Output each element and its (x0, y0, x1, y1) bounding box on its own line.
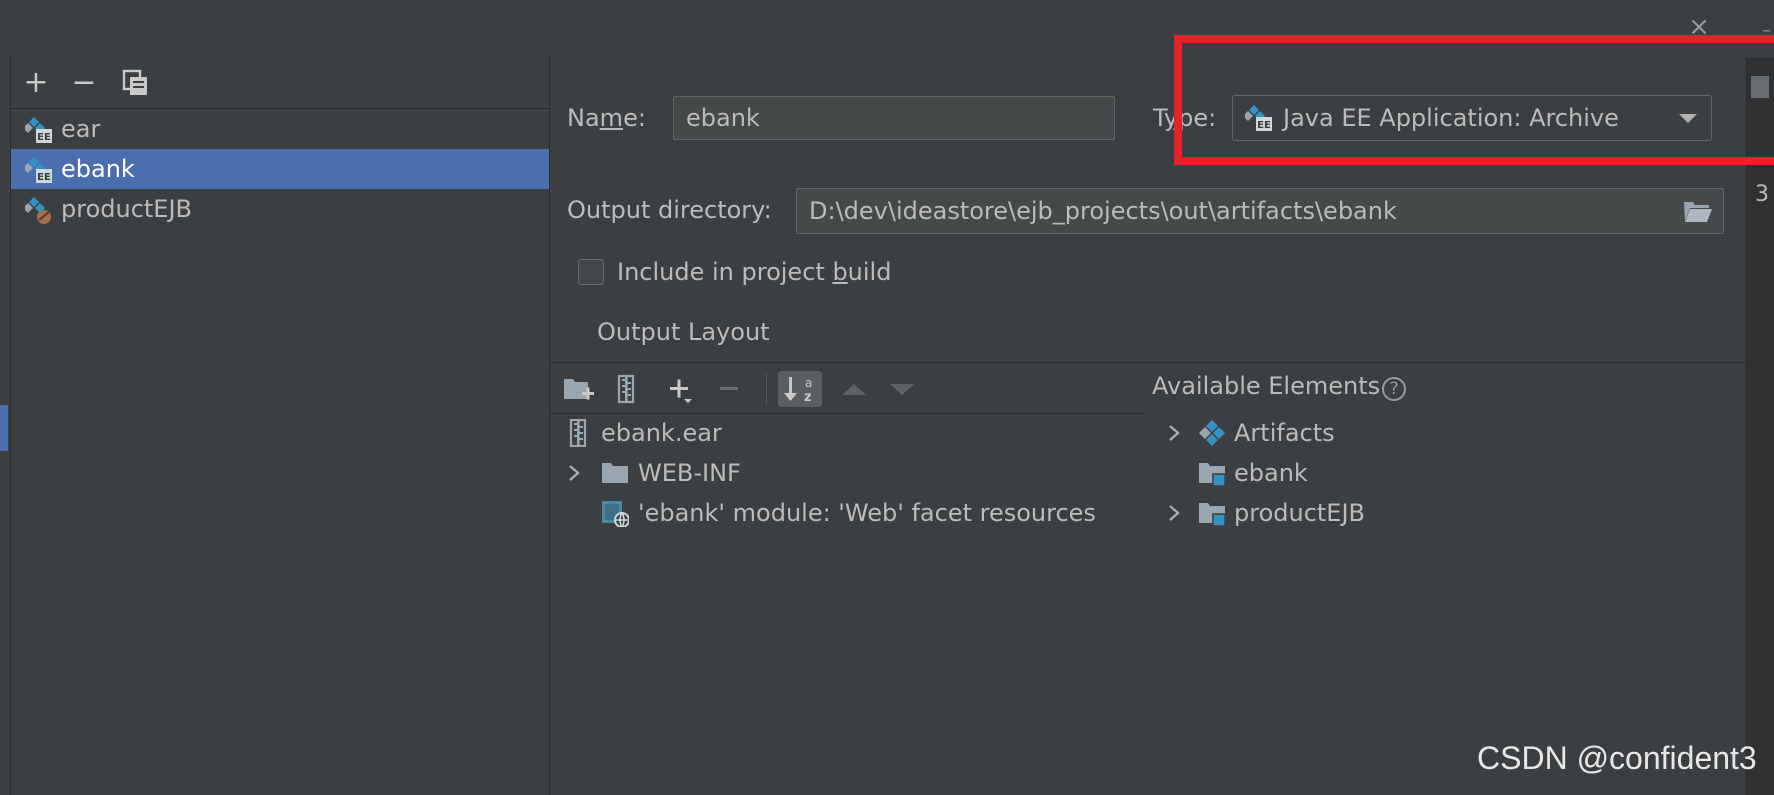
svg-text:a: a (805, 376, 812, 390)
ejb-artifact-icon (25, 197, 51, 224)
available-item-productejb[interactable]: productEJB (1146, 493, 1736, 533)
artifacts-toolbar: + − (11, 58, 549, 109)
web-facet-icon (602, 501, 629, 527)
name-label: Name: (567, 104, 646, 132)
chevron-right-icon[interactable] (1164, 503, 1184, 523)
available-item-label: productEJB (1234, 499, 1366, 527)
chevron-right-icon[interactable] (564, 463, 584, 483)
available-item-artifacts[interactable]: Artifacts (1146, 413, 1736, 453)
include-in-build-checkbox[interactable] (578, 259, 604, 285)
available-item-label: ebank (1234, 459, 1308, 487)
output-directory-value: D:\dev\ideastore\ejb_projects\out\artifa… (809, 197, 1397, 225)
remove-element-button[interactable] (710, 371, 750, 407)
archive-icon (569, 419, 587, 447)
help-icon[interactable]: ? (1382, 377, 1407, 401)
layout-item-label: 'ebank' module: 'Web' facet resources (638, 499, 1096, 527)
output-directory-field[interactable]: D:\dev\ideastore\ejb_projects\out\artifa… (796, 188, 1724, 234)
arrow-up-icon (842, 384, 866, 395)
artifacts-tree: EE ear EE ebank productEJB (11, 109, 549, 229)
add-artifact-button[interactable]: + (21, 68, 51, 98)
move-up-button[interactable] (834, 371, 874, 407)
svg-text:EE: EE (37, 172, 51, 183)
artifact-label: ear (61, 115, 101, 143)
create-archive-button[interactable] (606, 371, 646, 407)
artifact-item-ebank[interactable]: EE ebank (11, 149, 549, 189)
artifacts-panel: + − EE ear EE ebank productEJB (11, 58, 550, 795)
toolbar-separator (766, 373, 767, 405)
artifacts-icon (1199, 420, 1225, 446)
javaee-artifact-icon: EE (25, 157, 52, 183)
archive-icon (617, 374, 635, 404)
svg-text:z: z (804, 390, 812, 405)
layout-item-label: ebank.ear (601, 419, 722, 447)
arrow-down-icon (890, 384, 914, 395)
folder-icon (602, 463, 628, 483)
artifact-label: ebank (61, 155, 135, 183)
name-field[interactable]: ebank (673, 96, 1115, 140)
highlight-box (1174, 35, 1774, 165)
artifact-label: productEJB (61, 195, 193, 223)
layout-item-web-inf[interactable]: WEB-INF (550, 453, 1140, 493)
category-strip (0, 58, 11, 795)
move-down-button[interactable] (882, 371, 922, 407)
folder-open-icon[interactable] (1683, 198, 1713, 224)
artifact-item-productejb[interactable]: productEJB (11, 189, 549, 229)
background-window-edge: 3 (1746, 58, 1774, 795)
javaee-artifact-icon: EE (25, 117, 52, 143)
chevron-right-icon[interactable] (1164, 423, 1184, 443)
edge-dash: – (1762, 20, 1771, 41)
available-item-ebank[interactable]: ebank (1146, 453, 1736, 493)
category-selection-marker (0, 405, 8, 451)
remove-artifact-button[interactable]: − (69, 68, 99, 98)
edge-number: 3 (1755, 182, 1769, 207)
new-folder-icon (564, 379, 594, 400)
available-item-label: Artifacts (1234, 419, 1335, 447)
copy-icon (122, 69, 147, 95)
copy-artifact-button[interactable] (121, 68, 151, 98)
include-in-build-label: Include in project build (617, 258, 892, 286)
output-directory-label: Output directory: (567, 196, 772, 224)
module-folder-icon (1199, 463, 1226, 487)
layout-item-web-facet[interactable]: 'ebank' module: 'Web' facet resources (550, 493, 1140, 533)
plus-dropdown-icon (670, 379, 692, 403)
minus-icon (720, 387, 738, 390)
sort-alpha-icon: a z (784, 376, 812, 405)
svg-text:EE: EE (37, 132, 51, 143)
layout-item-label: WEB-INF (638, 459, 741, 487)
create-directory-button[interactable] (558, 371, 598, 407)
watermark: CSDN @confident3 (1477, 740, 1757, 776)
sort-elements-button[interactable]: a z (778, 371, 822, 407)
artifact-config-panel: Name: ebank Type: EE Java EE Application… (550, 58, 1746, 795)
module-folder-icon (1199, 503, 1226, 527)
add-copy-button[interactable] (660, 371, 700, 407)
available-elements-title: Available Elements? (1152, 372, 1407, 401)
tab-output-layout[interactable]: Output Layout (597, 318, 770, 346)
output-layout-toolbar: a z (550, 363, 1146, 413)
project-structure-dialog: × – + − EE ear EE ebank productEJB Name:… (0, 0, 1774, 795)
artifact-item-ear[interactable]: EE ear (11, 109, 549, 149)
layout-item-ebank-ear[interactable]: ebank.ear (550, 413, 1140, 453)
